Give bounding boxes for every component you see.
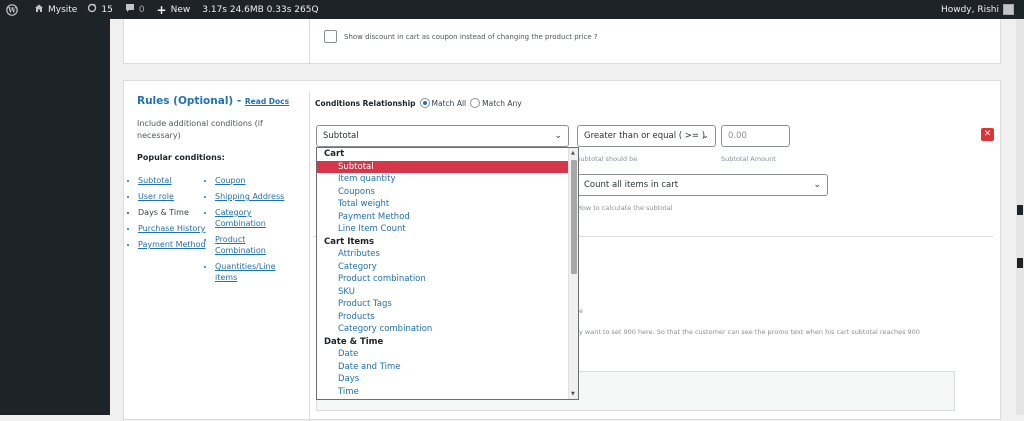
home-icon <box>34 3 44 16</box>
popular-link-coupon[interactable]: Coupon <box>215 175 287 186</box>
svg-text:W: W <box>7 5 16 14</box>
popular-link-product-combination[interactable]: Product Combination <box>215 234 287 256</box>
show-discount-as-coupon-checkbox[interactable] <box>324 30 337 43</box>
option-coupons[interactable]: Coupons <box>317 186 569 199</box>
option-category-combination[interactable]: Category combination <box>317 323 569 336</box>
popular-link-quantities-line-items[interactable]: Quantities/Line items <box>215 261 287 283</box>
optgroup-cart-items: Cart Items <box>324 236 375 247</box>
option-date-and-time[interactable]: Date and Time <box>317 361 569 374</box>
refresh-icon <box>87 3 97 16</box>
condition-type-value: Subtotal <box>323 131 359 141</box>
match-any-radio[interactable] <box>470 98 481 108</box>
remove-condition-button[interactable]: ✕ <box>981 128 994 141</box>
condition-operator-select[interactable]: Greater than or equal ( >= ) ⌄ <box>577 125 716 147</box>
scroll-up-arrow-icon[interactable]: ▲ <box>571 150 575 156</box>
show-discount-as-coupon-label: Show discount in cart as coupon instead … <box>344 33 598 41</box>
new-label: New <box>170 4 191 15</box>
option-product-combination[interactable]: Product combination <box>317 273 569 286</box>
rules-description: Include additional conditions (if necess… <box>137 119 263 140</box>
partial-label: e <box>579 307 583 315</box>
calculate-subtotal-hint: How to calculate the subtotal <box>577 204 673 212</box>
admin-bar: W Mysite 15 0 + New 3.17s 24.6MB 0.33s 2… <box>0 0 1024 19</box>
popular-conditions-label: Popular conditions: <box>137 153 225 162</box>
match-any-option[interactable]: Match Any <box>470 98 522 108</box>
match-any-label: Match Any <box>482 98 522 108</box>
chevron-down-icon: ⌄ <box>701 131 709 141</box>
option-days[interactable]: Days <box>317 373 569 386</box>
option-product-tags[interactable]: Product Tags <box>317 298 569 311</box>
subtotal-amount-input[interactable]: 0.00 <box>721 125 790 147</box>
option-products[interactable]: Products <box>317 311 569 324</box>
popular-conditions-left: Subtotal User role Days & Time Purchase … <box>130 175 210 255</box>
promo-help-text: y want to set 900 here. So that the cust… <box>579 328 920 336</box>
option-payment-method[interactable]: Payment Method <box>317 211 569 224</box>
settings-panel-top-content: Show discount in cart as coupon instead … <box>309 19 1002 63</box>
updates-count: 15 <box>101 4 113 15</box>
popular-link-payment-method[interactable]: Payment Method <box>138 239 210 250</box>
new-content-link[interactable]: + New <box>157 3 191 17</box>
option-sku[interactable]: SKU <box>317 286 569 299</box>
option-time[interactable]: Time <box>317 386 569 399</box>
scrollbar-thumb[interactable] <box>571 160 577 274</box>
option-attributes[interactable]: Attributes <box>317 248 569 261</box>
condition-operator-value: Greater than or equal ( >= ) <box>584 131 706 141</box>
wordpress-logo-icon[interactable]: W <box>6 3 18 16</box>
site-link[interactable]: Mysite <box>34 3 77 16</box>
updates-link[interactable]: 15 <box>87 3 113 16</box>
operator-hint: subtotal should be <box>577 155 638 163</box>
dropdown-options: Cart Subtotal Item quantity Coupons Tota… <box>317 148 569 398</box>
option-total-weight[interactable]: Total weight <box>317 198 569 211</box>
option-date[interactable]: Date <box>317 348 569 361</box>
chevron-down-icon: ⌄ <box>813 180 821 190</box>
option-subtotal[interactable]: Subtotal <box>317 160 569 173</box>
optgroup-date-time: Date & Time <box>324 336 384 347</box>
popular-link-days-time[interactable]: Days & Time <box>138 207 210 218</box>
my-account-link[interactable]: Howdy, Rishi <box>941 0 1014 19</box>
popular-link-subtotal[interactable]: Subtotal <box>138 175 210 186</box>
popular-link-purchase-history[interactable]: Purchase History <box>138 223 210 234</box>
option-line-item-count[interactable]: Line Item Count <box>317 223 569 236</box>
condition-type-select[interactable]: Subtotal ⌄ <box>316 125 569 147</box>
scroll-down-arrow-icon[interactable]: ▼ <box>571 391 575 397</box>
query-monitor-stats[interactable]: 3.17s 24.6MB 0.33s 265Q <box>202 5 318 15</box>
popular-link-category-combination[interactable]: Category Combination <box>215 207 287 229</box>
rules-title-text: Rules (Optional) - <box>137 95 242 107</box>
read-docs-link[interactable]: Read Docs <box>245 97 289 106</box>
edge-marker <box>1017 258 1023 268</box>
chevron-down-icon: ⌄ <box>554 131 562 141</box>
match-all-option[interactable]: Match All <box>419 98 467 108</box>
conditions-relationship-label: Conditions Relationship <box>315 98 416 108</box>
plus-icon: + <box>156 2 167 17</box>
settings-panel-top: Show discount in cart as coupon instead … <box>123 19 1001 64</box>
amount-hint: Subtotal Amount <box>721 155 776 163</box>
edge-marker <box>1017 205 1023 215</box>
optgroup-cart: Cart <box>324 149 345 159</box>
conditions-relationship: Conditions Relationship Match All Match … <box>315 98 522 108</box>
right-edge-strip <box>1016 19 1024 415</box>
popular-link-shipping-address[interactable]: Shipping Address <box>215 191 287 202</box>
option-item-quantity[interactable]: Item quantity <box>317 173 569 186</box>
match-all-radio[interactable] <box>419 98 430 108</box>
comment-icon <box>125 3 135 16</box>
match-all-label: Match All <box>431 98 467 108</box>
condition-type-dropdown-list[interactable]: Cart Subtotal Item quantity Coupons Tota… <box>316 147 579 400</box>
admin-sidebar <box>0 19 110 415</box>
comments-link[interactable]: 0 <box>125 3 145 16</box>
rules-title: Rules (Optional) - Read Docs <box>137 95 289 107</box>
option-category[interactable]: Category <box>317 261 569 274</box>
calculate-subtotal-select[interactable]: Count all items in cart ⌄ <box>577 174 828 196</box>
howdy-text: Howdy, Rishi <box>940 4 999 15</box>
popular-link-user-role[interactable]: User role <box>138 191 210 202</box>
dropdown-scrollbar[interactable]: ▲ ▼ <box>568 148 578 399</box>
avatar <box>1003 4 1014 15</box>
comments-count: 0 <box>138 4 145 15</box>
site-name: Mysite <box>48 4 78 15</box>
calculate-subtotal-value: Count all items in cart <box>584 180 679 190</box>
popular-conditions-right: Coupon Shipping Address Category Combina… <box>207 175 287 288</box>
